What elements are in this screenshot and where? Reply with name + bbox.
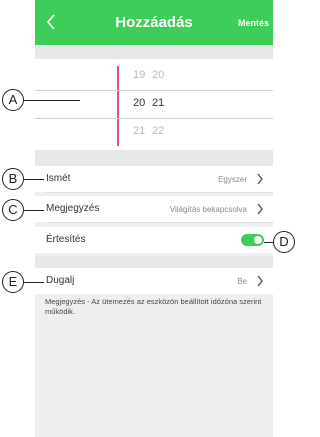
back-button[interactable] — [39, 12, 63, 34]
page-title: Hozzáadás — [115, 14, 193, 31]
picker-hour: 19 — [133, 69, 146, 81]
row-separator — [46, 222, 273, 223]
picker-row-next[interactable]: 21 22 — [133, 124, 171, 138]
row-separator — [46, 192, 273, 193]
callout-line-b — [24, 179, 44, 180]
picker-marker-bar — [117, 66, 119, 146]
section-divider — [35, 256, 273, 268]
section-divider — [35, 150, 273, 166]
picker-selection-line-top — [35, 90, 273, 91]
callout-line-c — [24, 210, 44, 211]
callout-a: A — [2, 89, 24, 111]
repeat-row[interactable]: Ismét Egyszer — [35, 166, 273, 192]
callout-b: B — [2, 168, 24, 190]
picker-minute: 22 — [152, 125, 165, 137]
comment-label: Megjegyzés — [46, 203, 100, 214]
callout-e: E — [2, 271, 24, 293]
picker-hour: 21 — [133, 125, 146, 137]
callout-line-e — [24, 282, 44, 283]
save-button[interactable]: Mentés — [238, 17, 269, 29]
section-divider — [35, 45, 273, 59]
time-picker[interactable]: 19 20 20 21 21 22 — [35, 59, 273, 150]
picker-selection-line-bottom — [35, 118, 273, 119]
notification-label: Értesítés — [46, 234, 86, 245]
outlet-row[interactable]: Dugalj Be — [35, 268, 273, 294]
notification-row: Értesítés — [35, 227, 273, 253]
chevron-right-icon — [257, 173, 263, 185]
comment-value: Világítás bekapcsolva — [169, 205, 247, 214]
outlet-value: Be — [237, 277, 247, 286]
picker-minute: 20 — [152, 69, 165, 81]
callout-c: C — [2, 199, 24, 221]
repeat-value: Egyszer — [218, 175, 247, 184]
toggle-knob — [254, 236, 262, 244]
repeat-label: Ismét — [46, 173, 71, 184]
comment-row[interactable]: Megjegyzés Világítás bekapcsolva — [35, 196, 273, 222]
picker-row-selected[interactable]: 20 21 — [133, 96, 171, 110]
picker-hour: 20 — [133, 97, 146, 109]
callout-d: D — [273, 231, 295, 253]
picker-row-previous[interactable]: 19 20 — [133, 68, 171, 82]
notification-toggle[interactable] — [241, 234, 264, 246]
outlet-label: Dugalj — [46, 275, 75, 286]
header-bar: Hozzáadás Mentés — [35, 0, 273, 45]
chevron-right-icon — [257, 203, 263, 215]
callout-line-a — [24, 100, 80, 101]
chevron-right-icon — [257, 275, 263, 287]
timezone-note: Megjegyzés - Az ütemezés az eszközön beá… — [45, 297, 262, 316]
callout-line-d — [264, 242, 273, 243]
phone-screen: Hozzáadás Mentés 19 20 20 21 21 22 Ismét Eg… — [35, 0, 273, 437]
picker-minute: 21 — [152, 97, 165, 109]
chevron-left-icon — [46, 14, 55, 30]
